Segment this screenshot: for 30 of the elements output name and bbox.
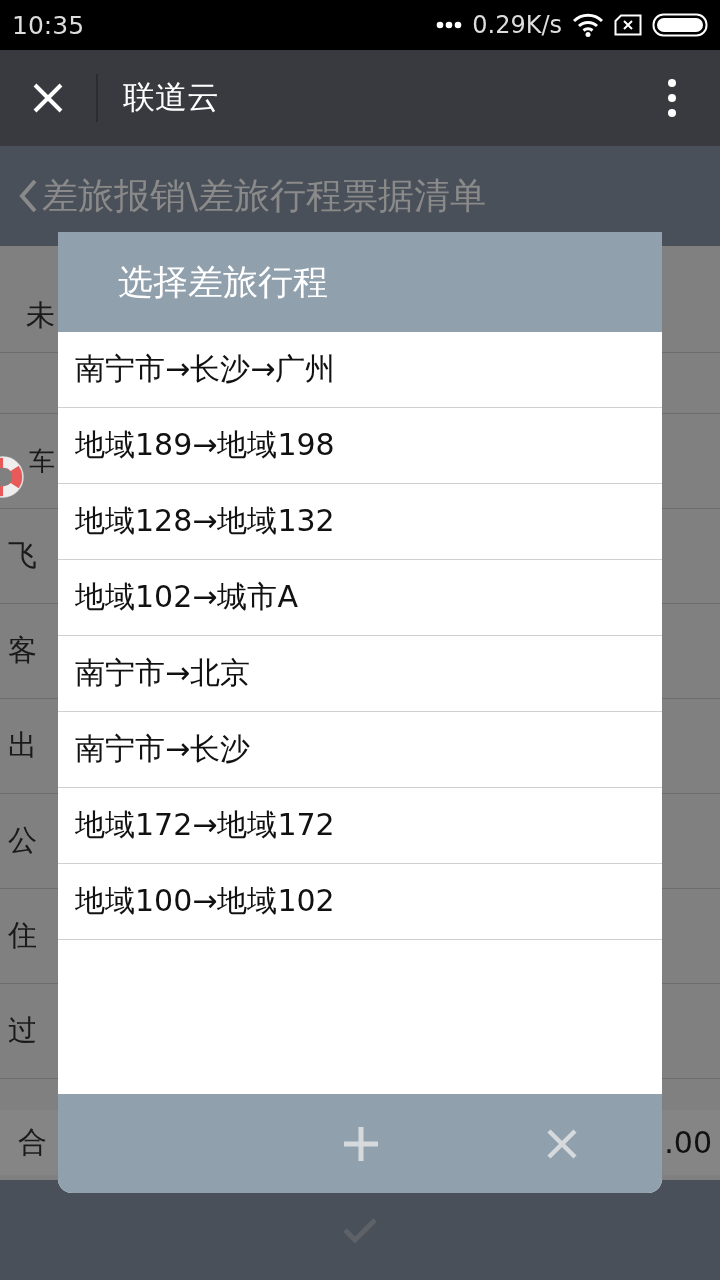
wifi-icon xyxy=(572,13,604,37)
app-title: 联道云 xyxy=(123,77,220,118)
page-title: 差旅报销\差旅行程票据清单 xyxy=(42,173,487,218)
row-label: 飞 xyxy=(8,537,37,574)
row-label: 过 xyxy=(8,1012,37,1049)
row-label: 出 xyxy=(8,727,37,764)
row-label: 公 xyxy=(8,822,37,859)
row-label: 车 xyxy=(29,444,55,478)
sim-card-icon xyxy=(614,14,642,36)
network-speed: 0.29K/s xyxy=(472,11,562,39)
total-value: .00 xyxy=(664,1125,712,1160)
trip-list-item[interactable]: 地域100→地域102 xyxy=(58,864,662,940)
trip-list-item[interactable]: 南宁市→长沙 xyxy=(58,712,662,788)
row-label: 未 xyxy=(26,297,55,334)
trip-list-item[interactable]: 地域189→地域198 xyxy=(58,408,662,484)
trip-list-item[interactable]: 南宁市→长沙→广州 xyxy=(58,332,662,408)
back-chevron-icon[interactable] xyxy=(18,179,38,213)
trip-list-item[interactable]: 地域128→地域132 xyxy=(58,484,662,560)
row-label: 住 xyxy=(8,917,37,954)
more-dots-icon xyxy=(436,21,463,29)
trip-list-item[interactable]: 南宁市→北京 xyxy=(58,636,662,712)
battery-icon xyxy=(652,13,708,37)
clock-time: 10:35 xyxy=(12,10,85,40)
add-button[interactable] xyxy=(343,1125,379,1162)
trip-list-item[interactable]: 地域102→城市A xyxy=(58,560,662,636)
row-label: 客 xyxy=(8,632,37,669)
more-options-icon[interactable] xyxy=(667,78,677,118)
total-label: 合 xyxy=(18,1123,47,1161)
trip-list-item[interactable]: 地域172→地域172 xyxy=(58,788,662,864)
dialog-title: 选择差旅行程 xyxy=(118,260,328,304)
